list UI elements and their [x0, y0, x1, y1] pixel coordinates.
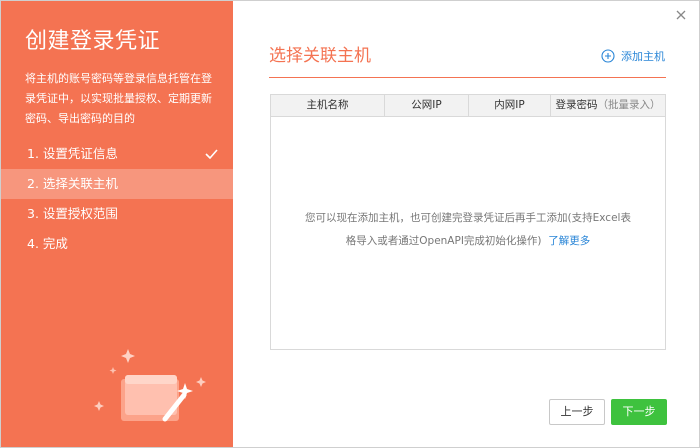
prev-button[interactable]: 上一步 [549, 399, 605, 425]
dialog-description: 将主机的账号密码等登录信息托管在登录凭证中，以实现批量授权、定期更新密码、导出密… [25, 72, 212, 125]
host-table: 主机名称 公网IP 内网IP 登录密码（批量录入） 您可以现在添加主机，也可创建… [270, 94, 666, 350]
column-private-ip: 内网IP [469, 95, 551, 116]
section-title: 选择关联主机 [269, 46, 371, 66]
empty-text-line1: 您可以现在添加主机，也可创建完登录凭证后再手工添加(支持Excel表 [305, 212, 631, 224]
empty-text-line2: 格导入或者通过OpenAPI完成初始化操作) 了解更多 [271, 230, 665, 253]
check-icon [203, 139, 219, 169]
step-finish[interactable]: 4. 完成 [1, 229, 233, 259]
next-button[interactable]: 下一步 [611, 399, 667, 425]
column-login-password: 登录密码（批量录入） [551, 95, 665, 116]
table-header: 主机名称 公网IP 内网IP 登录密码（批量录入） [271, 95, 665, 117]
wizard-steps: 1. 设置凭证信息 2. 选择关联主机 3. 设置授权范围 4. 完成 [1, 139, 233, 259]
credential-dialog: 创建登录凭证 将主机的账号密码等登录信息托管在登录凭证中，以实现批量授权、定期更… [0, 0, 700, 448]
column-public-ip: 公网IP [385, 95, 469, 116]
column-host-name: 主机名称 [271, 95, 385, 116]
add-host-button[interactable]: 添加主机 [601, 47, 665, 65]
add-host-label: 添加主机 [621, 50, 665, 63]
step-select-host[interactable]: 2. 选择关联主机 [1, 169, 233, 199]
step-set-credential[interactable]: 1. 设置凭证信息 [1, 139, 233, 169]
step-label: 2. 选择关联主机 [27, 176, 118, 191]
column-label: 登录密码 [555, 99, 598, 111]
step-label: 3. 设置授权范围 [27, 206, 118, 221]
step-set-scope[interactable]: 3. 设置授权范围 [1, 199, 233, 229]
column-hint: （批量录入） [597, 99, 661, 111]
empty-text: 格导入或者通过OpenAPI完成初始化操作) [345, 235, 542, 247]
section-divider [269, 77, 666, 78]
close-icon[interactable] [673, 7, 689, 23]
plus-circle-icon [601, 49, 615, 63]
learn-more-link[interactable]: 了解更多 [548, 235, 590, 247]
step-label: 4. 完成 [27, 236, 68, 251]
magic-wand-card-icon [94, 349, 206, 422]
wizard-sidebar: 创建登录凭证 将主机的账号密码等登录信息托管在登录凭证中，以实现批量授权、定期更… [1, 1, 233, 447]
step-label: 1. 设置凭证信息 [27, 146, 118, 161]
empty-state: 您可以现在添加主机，也可创建完登录凭证后再手工添加(支持Excel表 格导入或者… [271, 207, 665, 253]
dialog-title: 创建登录凭证 [25, 29, 161, 54]
